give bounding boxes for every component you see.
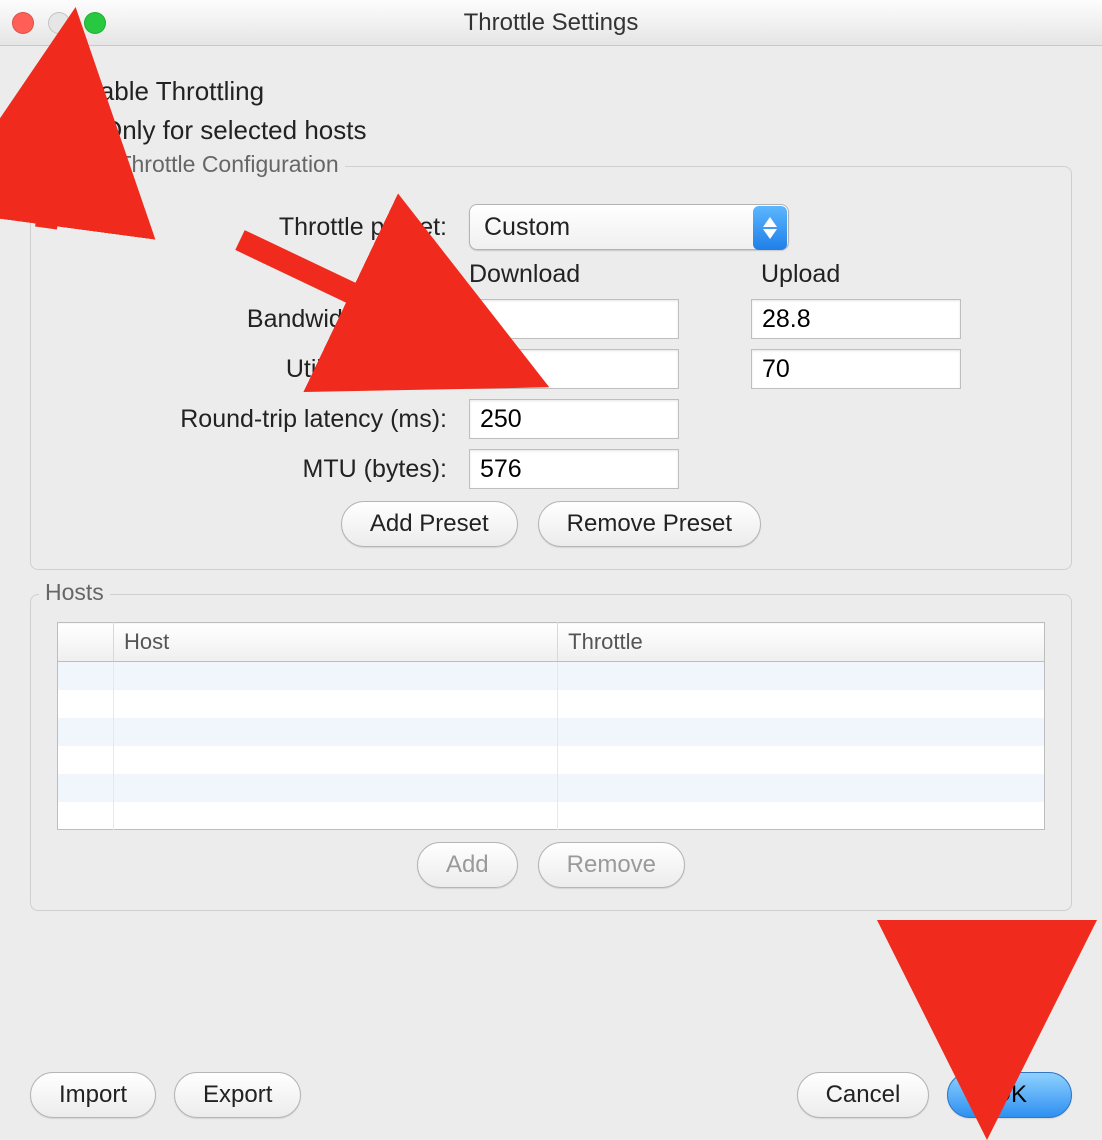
window-title: Throttle Settings bbox=[464, 9, 639, 37]
hosts-group-title: Hosts bbox=[39, 579, 110, 606]
add-host-button[interactable]: Add bbox=[417, 842, 518, 888]
utilisation-label: Utilisation (%): bbox=[57, 355, 447, 384]
only-selected-hosts-row: Only for selected hosts bbox=[64, 115, 1072, 146]
throttle-preset-label: Throttle preset: bbox=[57, 213, 447, 242]
throttle-preset-select[interactable]: Custom bbox=[469, 204, 789, 250]
zoom-window-button[interactable] bbox=[84, 12, 106, 34]
download-column-header: Download bbox=[469, 260, 689, 289]
close-window-button[interactable] bbox=[12, 12, 34, 34]
window-body: Enable Throttling Only for selected host… bbox=[0, 46, 1102, 931]
bandwidth-label: Bandwidth (kbps): bbox=[57, 305, 447, 334]
hosts-table-header-throttle[interactable]: Throttle bbox=[558, 623, 1045, 662]
annotation-arrow-icon bbox=[952, 920, 1022, 1050]
titlebar: Throttle Settings bbox=[0, 0, 1102, 46]
remove-preset-button[interactable]: Remove Preset bbox=[538, 501, 761, 547]
upload-column-header: Upload bbox=[761, 260, 981, 289]
enable-throttling-row: Enable Throttling bbox=[30, 76, 1072, 107]
export-button[interactable]: Export bbox=[174, 1072, 301, 1118]
hosts-table-header-host[interactable]: Host bbox=[114, 623, 558, 662]
enable-throttling-checkbox[interactable] bbox=[30, 79, 56, 105]
enable-throttling-label: Enable Throttling bbox=[68, 76, 264, 107]
cancel-button[interactable]: Cancel bbox=[797, 1072, 930, 1118]
only-selected-hosts-label: Only for selected hosts bbox=[102, 115, 366, 146]
ok-button[interactable]: OK bbox=[947, 1072, 1072, 1118]
table-row bbox=[58, 746, 1045, 774]
select-arrows-icon bbox=[753, 206, 787, 250]
mtu-input[interactable] bbox=[469, 449, 679, 489]
rtt-label: Round-trip latency (ms): bbox=[57, 405, 447, 434]
utilisation-upload-input[interactable] bbox=[751, 349, 961, 389]
table-row bbox=[58, 802, 1045, 830]
table-row bbox=[58, 690, 1045, 718]
hosts-table: Host Throttle bbox=[57, 622, 1045, 830]
rtt-input[interactable] bbox=[469, 399, 679, 439]
throttle-preset-value: Custom bbox=[484, 213, 774, 242]
minimize-window-button[interactable] bbox=[48, 12, 70, 34]
only-selected-hosts-checkbox[interactable] bbox=[64, 118, 90, 144]
table-row bbox=[58, 662, 1045, 690]
global-throttle-group: Global Throttle Configuration Throttle p… bbox=[30, 166, 1072, 570]
table-row bbox=[58, 774, 1045, 802]
hosts-table-header-enable[interactable] bbox=[58, 623, 114, 662]
add-preset-button[interactable]: Add Preset bbox=[341, 501, 518, 547]
import-button[interactable]: Import bbox=[30, 1072, 156, 1118]
remove-host-button[interactable]: Remove bbox=[538, 842, 685, 888]
table-row bbox=[58, 718, 1045, 746]
mtu-label: MTU (bytes): bbox=[57, 455, 447, 484]
traffic-lights bbox=[12, 0, 106, 45]
bandwidth-upload-input[interactable] bbox=[751, 299, 961, 339]
dialog-footer: Import Export Cancel OK bbox=[0, 1072, 1102, 1118]
hosts-group: Hosts Host Throttle bbox=[30, 594, 1072, 911]
utilisation-download-input[interactable] bbox=[469, 349, 679, 389]
global-throttle-title: Global Throttle Configuration bbox=[39, 151, 345, 178]
bandwidth-download-input[interactable] bbox=[469, 299, 679, 339]
